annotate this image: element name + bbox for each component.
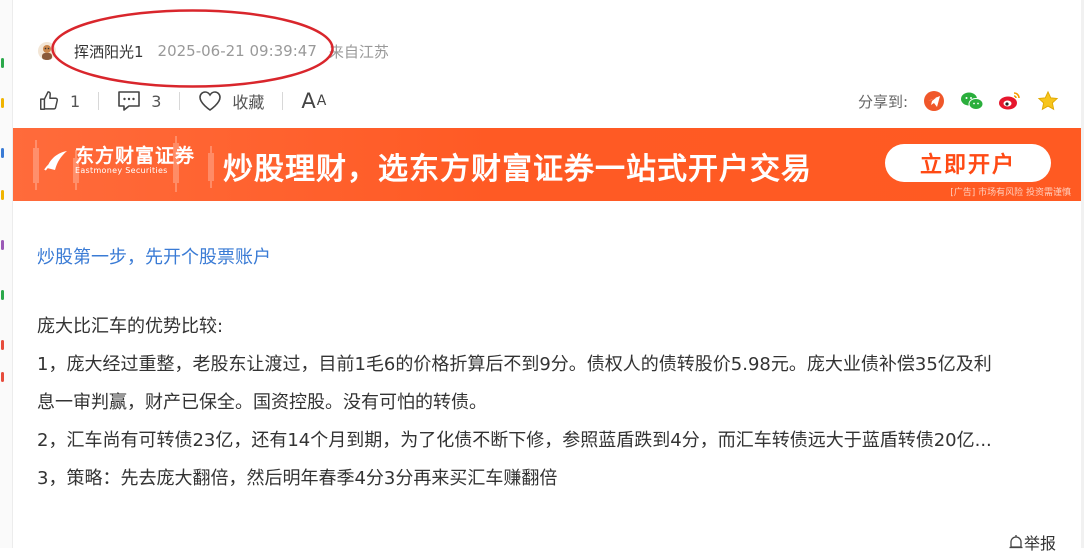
font-size-small-glyph: A xyxy=(316,93,328,109)
comment-count: 3 xyxy=(151,91,162,111)
post-paragraph: 1，庞大经过重整，老股东让渡过，目前1毛6的价格折算后不到9分。债权人的债转股价… xyxy=(37,354,992,375)
banner-slogan: 炒股理财，选东方财富证券一站式开户交易 xyxy=(223,152,812,187)
divider xyxy=(282,92,284,110)
comment-button[interactable]: 3 xyxy=(117,90,161,112)
thumbs-up-icon xyxy=(40,91,59,110)
author-name[interactable]: 挥洒阳光1 xyxy=(74,41,144,62)
post-location: 来自江苏 xyxy=(328,42,389,61)
ad-disclaimer: [广告] 市场有风险 投资需谨慎 xyxy=(950,188,1071,198)
eastmoney-logo-icon xyxy=(44,151,67,171)
post-body: 庞大比汇车的优势比较: 1，庞大经过重整，老股东让渡过，目前1毛6的价格折算后不… xyxy=(37,308,1057,498)
divider xyxy=(98,92,100,110)
rail-marker xyxy=(1,190,4,200)
rail-marker xyxy=(1,148,4,158)
wechat-icon[interactable] xyxy=(960,89,984,113)
like-count: 1 xyxy=(70,91,81,111)
heart-icon xyxy=(199,91,222,111)
favorite-star-icon[interactable] xyxy=(1036,89,1060,113)
open-account-button[interactable]: 立即开户 xyxy=(885,144,1051,182)
brand-name-en: Eastmoney Securities xyxy=(75,166,168,175)
divider xyxy=(179,92,181,110)
like-button[interactable]: 1 xyxy=(38,90,80,112)
rail-marker xyxy=(1,290,4,300)
weibo-icon[interactable] xyxy=(998,89,1022,113)
font-size-button[interactable]: AA xyxy=(301,89,327,113)
author-row: 挥洒阳光1 2025-06-21 09:39:47 来自江苏 xyxy=(38,38,389,64)
action-bar: 1 3 收藏 AA xyxy=(38,86,327,116)
rail-marker xyxy=(1,240,4,250)
report-label: 举报 xyxy=(1023,534,1056,553)
rail-marker xyxy=(1,340,4,350)
favorite-label: 收藏 xyxy=(232,93,265,112)
share-bar: 分享到: xyxy=(858,86,1060,116)
telegram-icon[interactable] xyxy=(922,89,946,113)
report-button[interactable]: 举报 xyxy=(1008,530,1056,554)
font-size-large-glyph: A xyxy=(301,89,317,113)
rail-marker xyxy=(1,372,4,382)
share-label: 分享到: xyxy=(857,92,908,111)
brand-logo: 东方财富证券 Eastmoney Securities xyxy=(43,146,195,176)
post-timestamp: 2025-06-21 09:39:47 xyxy=(157,42,317,60)
brand-name-cn: 东方财富证券 xyxy=(75,145,196,167)
ad-banner[interactable]: 东方财富证券 Eastmoney Securities 炒股理财，选东方财富证券… xyxy=(13,128,1081,201)
rail-marker xyxy=(1,98,4,108)
post-paragraph: 3，策略：先去庞大翻倍，然后明年春季4分3分再来买汇车赚翻倍 xyxy=(37,468,558,489)
post-paragraph: 2，汇车尚有可转债23亿，还有14个月到期，为了化债不断下修，参照蓝盾跌到4分，… xyxy=(37,430,992,451)
left-rail xyxy=(0,0,13,548)
favorite-button[interactable]: 收藏 xyxy=(198,89,264,113)
post-paragraph: 庞大比汇车的优势比较: xyxy=(37,316,224,337)
open-account-link[interactable]: 炒股第一步，先开个股票账户 xyxy=(37,243,271,269)
rail-marker xyxy=(1,58,4,68)
avatar[interactable] xyxy=(38,42,56,60)
post-paragraph: 息一审判赢，财产已保全。国资控股。没有可怕的转债。 xyxy=(37,392,487,413)
comment-icon xyxy=(118,91,140,111)
